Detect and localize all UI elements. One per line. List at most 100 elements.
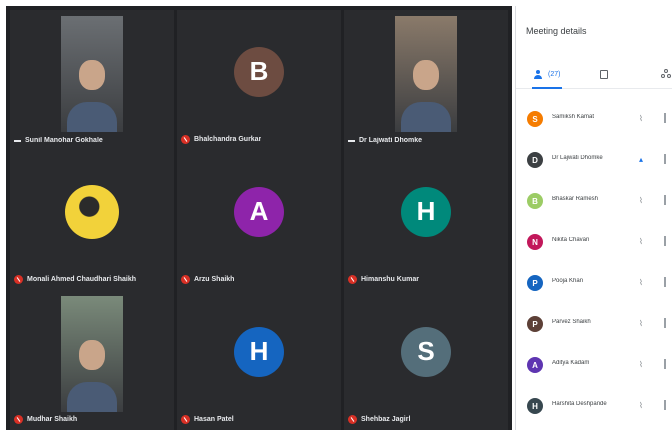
- participant-avatar: S: [401, 326, 451, 377]
- more-options-icon[interactable]: [664, 154, 666, 164]
- participant-tile[interactable]: B Bhalchandra Gurkar: [177, 10, 341, 150]
- tile-nameplate: Hasan Patel: [181, 415, 234, 424]
- participant-avatar: D: [527, 152, 543, 168]
- participant-avatar: B: [527, 193, 543, 209]
- mic-off-icon: [181, 135, 190, 144]
- participant-name: Samiksh Kamat: [552, 114, 595, 120]
- more-options-icon[interactable]: [664, 113, 666, 123]
- mic-off-icon: [14, 275, 23, 284]
- mic-off-icon[interactable]: ⌇: [639, 278, 643, 287]
- pin-icon: [348, 139, 355, 142]
- mic-off-icon[interactable]: ⌇: [639, 319, 643, 328]
- participant-tile[interactable]: Dr Lajwati Dhomke: [344, 10, 508, 150]
- mic-off-icon: [14, 415, 23, 424]
- tab-activities[interactable]: [661, 64, 671, 84]
- tile-nameplate: Bhalchandra Gurkar: [181, 135, 261, 144]
- participant-avatar: S: [527, 111, 543, 127]
- participant-tile[interactable]: Monali Ahmed Chaudhari Shaikh: [10, 150, 174, 290]
- meeting-details-panel: Meeting details (27) S Samiksh Kamat ⌇ D Dr …: [515, 6, 672, 430]
- participant-avatar: P: [527, 275, 543, 291]
- tile-name: Sunil Manohar Gokhale: [25, 137, 103, 144]
- tile-name: Mudhar Shaikh: [27, 416, 78, 423]
- tile-name: Himanshu Kumar: [361, 276, 419, 283]
- more-options-icon[interactable]: [664, 236, 666, 246]
- mic-off-icon[interactable]: ⌇: [639, 114, 643, 123]
- mic-off-icon[interactable]: ⌇: [639, 237, 643, 246]
- participant-avatar: B: [234, 46, 284, 97]
- participant-row[interactable]: A Aditya Kadam ⌇: [516, 348, 672, 389]
- participant-name: Aditya Kadam: [552, 360, 590, 366]
- person-shoulders: [401, 102, 451, 132]
- tile-nameplate: Arzu Shaikh: [181, 275, 234, 284]
- tab-people-label: (27): [548, 70, 561, 78]
- mic-off-icon[interactable]: ⌇: [639, 196, 643, 205]
- more-options-icon[interactable]: [664, 318, 666, 328]
- participant-video: [395, 16, 457, 132]
- tile-nameplate: Shehbaz Jagirl: [348, 415, 410, 424]
- chat-icon: [600, 69, 608, 79]
- participant-avatar: A: [234, 186, 284, 237]
- person-silhouette: [413, 60, 439, 91]
- activities-icon: [661, 69, 671, 79]
- person-shoulders: [67, 382, 117, 412]
- mic-off-icon[interactable]: ⌇: [639, 401, 643, 410]
- participant-name: Nikita Chavan: [552, 237, 590, 243]
- people-icon: [534, 69, 545, 79]
- tile-nameplate: Monali Ahmed Chaudhari Shaikh: [14, 275, 136, 284]
- participant-row[interactable]: D Dr Lajwati Dhomke ▴: [516, 143, 672, 184]
- participant-name: Bhaskar Ramesh: [552, 196, 599, 202]
- tile-nameplate: Mudhar Shaikh: [14, 415, 77, 424]
- participant-avatar: N: [527, 234, 543, 250]
- more-options-icon[interactable]: [664, 195, 666, 205]
- panel-title: Meeting details: [526, 26, 587, 36]
- mic-off-icon[interactable]: ⌇: [639, 360, 643, 369]
- participant-tile[interactable]: Sunil Manohar Gokhale: [10, 10, 174, 150]
- panel-tabs: (27): [516, 60, 672, 89]
- more-options-icon[interactable]: [664, 277, 666, 287]
- participant-name: Dr Lajwati Dhomke: [552, 155, 603, 161]
- participant-video: [61, 296, 123, 412]
- participant-avatar: A: [527, 357, 543, 373]
- mic-off-icon: [348, 275, 357, 284]
- tile-nameplate: Sunil Manohar Gokhale: [14, 137, 103, 144]
- participant-row[interactable]: S Samiksh Kamat ⌇: [516, 102, 672, 143]
- profile-picture: [65, 184, 119, 239]
- tile-nameplate: Dr Lajwati Dhomke: [348, 137, 422, 144]
- more-options-icon[interactable]: [664, 400, 666, 410]
- more-options-icon[interactable]: [664, 359, 666, 369]
- participant-avatar: H: [401, 186, 451, 237]
- pin-icon: [14, 139, 21, 142]
- tab-chat[interactable]: [600, 64, 608, 84]
- tile-name: Hasan Patel: [194, 416, 234, 423]
- tile-name: Dr Lajwati Dhomke: [359, 137, 423, 144]
- tab-people[interactable]: (27): [531, 64, 563, 89]
- participant-avatar: H: [527, 398, 543, 414]
- participant-row[interactable]: N Nikita Chavan ⌇: [516, 225, 672, 266]
- mic-off-icon: [181, 415, 190, 424]
- tile-name: Bhalchandra Gurkar: [194, 136, 262, 143]
- participant-name: Parvez Shaikh: [552, 319, 591, 325]
- participant-row[interactable]: H Harshita Deshpande ⌇: [516, 389, 672, 430]
- participant-tile[interactable]: H Himanshu Kumar: [344, 150, 508, 290]
- person-silhouette: [79, 340, 105, 371]
- mic-active-icon[interactable]: ▴: [639, 155, 643, 164]
- participant-tile[interactable]: S Shehbaz Jagirl: [344, 290, 508, 430]
- tile-name: Monali Ahmed Chaudhari Shaikh: [27, 276, 137, 283]
- participant-tile[interactable]: Mudhar Shaikh: [10, 290, 174, 430]
- participant-tile[interactable]: H Hasan Patel: [177, 290, 341, 430]
- participant-avatar: P: [527, 316, 543, 332]
- participant-name: Harshita Deshpande: [552, 401, 607, 407]
- participant-name: Pooja Khan: [552, 278, 584, 284]
- participant-video: [61, 16, 123, 132]
- tile-name: Shehbaz Jagirl: [361, 416, 411, 423]
- mic-off-icon: [348, 415, 357, 424]
- participant-avatar: H: [234, 326, 284, 377]
- tile-name: Arzu Shaikh: [194, 276, 235, 283]
- participant-row[interactable]: B Bhaskar Ramesh ⌇: [516, 184, 672, 225]
- person-shoulders: [67, 102, 117, 132]
- participant-tile[interactable]: A Arzu Shaikh: [177, 150, 341, 290]
- tile-nameplate: Himanshu Kumar: [348, 275, 419, 284]
- mic-off-icon: [181, 275, 190, 284]
- participant-row[interactable]: P Parvez Shaikh ⌇: [516, 307, 672, 348]
- participant-row[interactable]: P Pooja Khan ⌇: [516, 266, 672, 307]
